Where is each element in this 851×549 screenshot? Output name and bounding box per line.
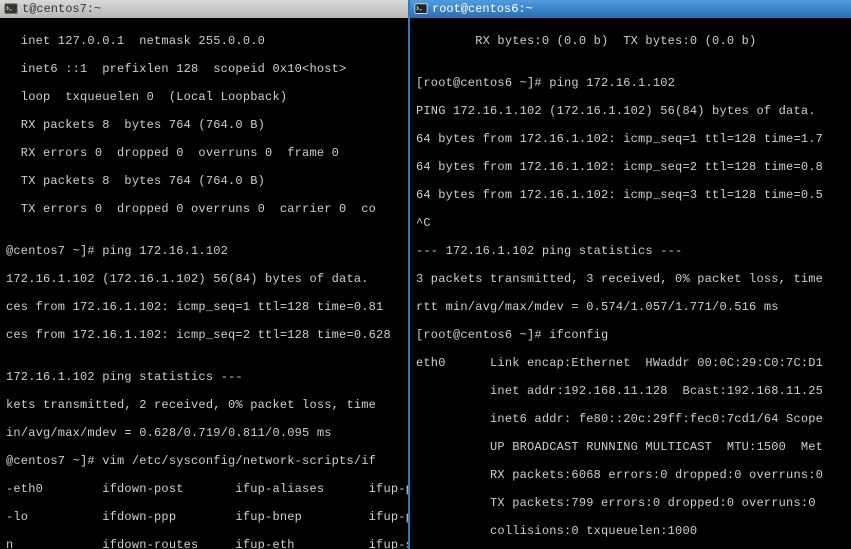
term-line: inet addr:192.168.11.128 Bcast:192.168.1… — [416, 384, 845, 398]
term-line: TX packets 8 bytes 764 (764.0 B) — [6, 174, 402, 188]
term-line: kets transmitted, 2 received, 0% packet … — [6, 398, 402, 412]
term-line: [root@centos6 ~]# ping 172.16.1.102 — [416, 76, 845, 90]
term-line: collisions:0 txqueuelen:1000 — [416, 524, 845, 538]
term-line: rtt min/avg/max/mdev = 0.574/1.057/1.771… — [416, 300, 845, 314]
term-line: inet 127.0.0.1 netmask 255.0.0.0 — [6, 34, 402, 48]
term-line: UP BROADCAST RUNNING MULTICAST MTU:1500 … — [416, 440, 845, 454]
term-line: in/avg/max/mdev = 0.628/0.719/0.811/0.09… — [6, 426, 402, 440]
term-line: --- 172.16.1.102 ping statistics --- — [416, 244, 845, 258]
term-line: @centos7 ~]# ping 172.16.1.102 — [6, 244, 402, 258]
terminal-body-centos6[interactable]: RX bytes:0 (0.0 b) TX bytes:0 (0.0 b) [r… — [410, 18, 851, 549]
term-line: 64 bytes from 172.16.1.102: icmp_seq=3 t… — [416, 188, 845, 202]
term-line: ces from 172.16.1.102: icmp_seq=2 ttl=12… — [6, 328, 402, 342]
terminal-icon — [414, 2, 428, 16]
term-line: -lo ifdown-ppp ifup-bnep ifup-p — [6, 510, 402, 524]
term-line: RX packets 8 bytes 764 (764.0 B) — [6, 118, 402, 132]
term-line: RX packets:6068 errors:0 dropped:0 overr… — [416, 468, 845, 482]
term-line: 64 bytes from 172.16.1.102: icmp_seq=2 t… — [416, 160, 845, 174]
term-line: inet6 addr: fe80::20c:29ff:fec0:7cd1/64 … — [416, 412, 845, 426]
term-line: eth0 Link encap:Ethernet HWaddr 00:0C:29… — [416, 356, 845, 370]
term-line: inet6 ::1 prefixlen 128 scopeid 0x10<hos… — [6, 62, 402, 76]
term-line: @centos7 ~]# vim /etc/sysconfig/network-… — [6, 454, 402, 468]
term-line: loop txqueuelen 0 (Local Loopback) — [6, 90, 402, 104]
term-line: n ifdown-routes ifup-eth ifup-s — [6, 538, 402, 549]
terminal-pane-centos7[interactable]: t@centos7:~ inet 127.0.0.1 netmask 255.0… — [0, 0, 410, 549]
term-line: 3 packets transmitted, 3 received, 0% pa… — [416, 272, 845, 286]
term-line: PING 172.16.1.102 (172.16.1.102) 56(84) … — [416, 104, 845, 118]
term-line: 172.16.1.102 ping statistics --- — [6, 370, 402, 384]
terminal-body-centos7[interactable]: inet 127.0.0.1 netmask 255.0.0.0 inet6 :… — [0, 18, 408, 549]
term-line: RX bytes:0 (0.0 b) TX bytes:0 (0.0 b) — [416, 34, 845, 48]
screen: t@centos7:~ inet 127.0.0.1 netmask 255.0… — [0, 0, 851, 549]
titlebar-text-centos7: t@centos7:~ — [22, 2, 101, 16]
term-line: 172.16.1.102 (172.16.1.102) 56(84) bytes… — [6, 272, 402, 286]
term-line: ces from 172.16.1.102: icmp_seq=1 ttl=12… — [6, 300, 402, 314]
term-line: -eth0 ifdown-post ifup-aliases ifup-p — [6, 482, 402, 496]
term-line: [root@centos6 ~]# ifconfig — [416, 328, 845, 342]
term-line: TX packets:799 errors:0 dropped:0 overru… — [416, 496, 845, 510]
terminal-icon — [4, 2, 18, 16]
term-line: TX errors 0 dropped 0 overruns 0 carrier… — [6, 202, 402, 216]
term-line: 64 bytes from 172.16.1.102: icmp_seq=1 t… — [416, 132, 845, 146]
titlebar-text-centos6: root@centos6:~ — [432, 2, 533, 16]
term-line: RX errors 0 dropped 0 overruns 0 frame 0 — [6, 146, 402, 160]
term-line: ^C — [416, 216, 845, 230]
titlebar-centos7[interactable]: t@centos7:~ — [0, 0, 408, 18]
titlebar-centos6[interactable]: root@centos6:~ — [410, 0, 851, 18]
terminal-pane-centos6[interactable]: root@centos6:~ RX bytes:0 (0.0 b) TX byt… — [410, 0, 851, 549]
